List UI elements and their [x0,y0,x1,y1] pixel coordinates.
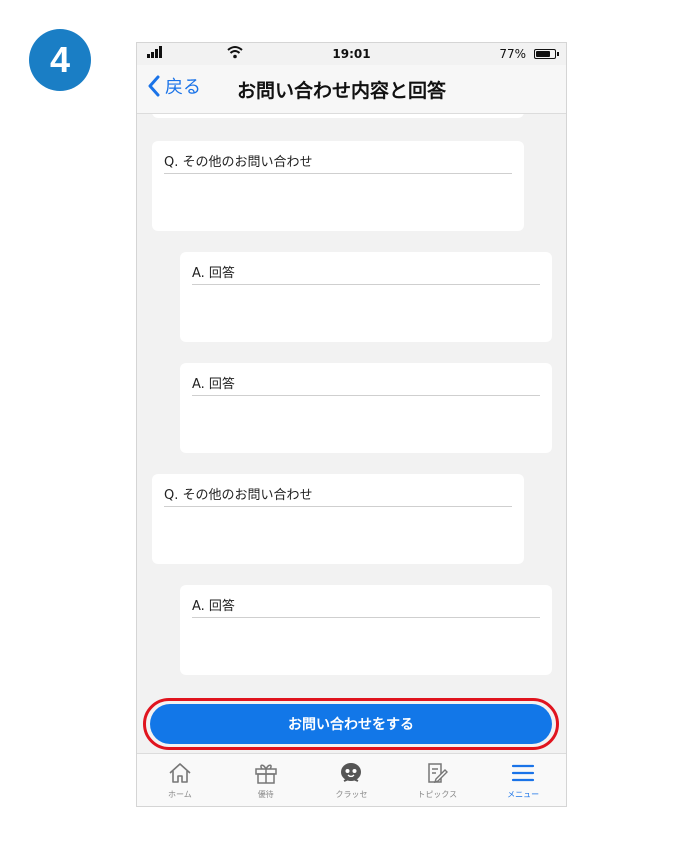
cta-highlight-frame: お問い合わせをする [143,698,559,750]
divider [164,506,512,507]
tab-bar: ホーム 優待 クラッセ トピックス メニュー [137,753,566,806]
home-icon [166,760,194,786]
divider [192,617,540,618]
navigation-bar: 戻る お問い合わせ内容と回答 [137,65,566,114]
battery-percentage: 77% [499,47,526,61]
tab-classe[interactable]: クラッセ [309,754,395,806]
answer-card: A. 回答 [180,585,552,675]
mascot-icon [337,760,365,786]
answer-card: A. 回答 [180,363,552,453]
tab-topics[interactable]: トピックス [394,754,480,806]
question-label: Q. その他のお問い合わせ [164,488,313,503]
tab-label: ホーム [168,790,192,799]
page-title: お問い合わせ内容と回答 [237,80,447,102]
inquiry-thread[interactable]: Q. その他のお問い合わせ A. 回答 A. 回答 Q. その他のお問い合わせ … [137,114,566,694]
answer-label: A. 回答 [192,377,235,392]
answer-label: A. 回答 [192,266,235,281]
chevron-left-icon [148,75,160,97]
previous-message-card [152,114,524,118]
notes-edit-icon [423,760,451,786]
tab-label: メニュー [507,790,540,799]
question-card: Q. その他のお問い合わせ [152,141,524,231]
tab-label: トピックス [417,790,458,799]
answer-label: A. 回答 [192,599,235,614]
divider [164,173,512,174]
phone-screen: 19:01 77% 戻る お問い合わせ内容と回答 Q. その他のお問い合わせ A… [136,42,567,807]
status-bar: 19:01 77% [137,43,566,65]
battery-icon [534,49,559,59]
tab-home[interactable]: ホーム [137,754,223,806]
tab-benefits[interactable]: 優待 [223,754,309,806]
tab-label: 優待 [257,790,274,799]
answer-card: A. 回答 [180,252,552,342]
make-inquiry-button[interactable]: お問い合わせをする [150,704,552,744]
back-button[interactable]: 戻る [147,73,201,99]
step-number-badge: 4 [29,29,91,91]
divider [192,395,540,396]
question-card: Q. その他のお問い合わせ [152,474,524,564]
hamburger-menu-icon [509,760,537,786]
tab-label: クラッセ [335,790,368,799]
tab-menu[interactable]: メニュー [480,754,566,806]
divider [192,284,540,285]
gift-icon [252,760,280,786]
question-label: Q. その他のお問い合わせ [164,155,313,170]
back-label: 戻る [165,77,201,98]
